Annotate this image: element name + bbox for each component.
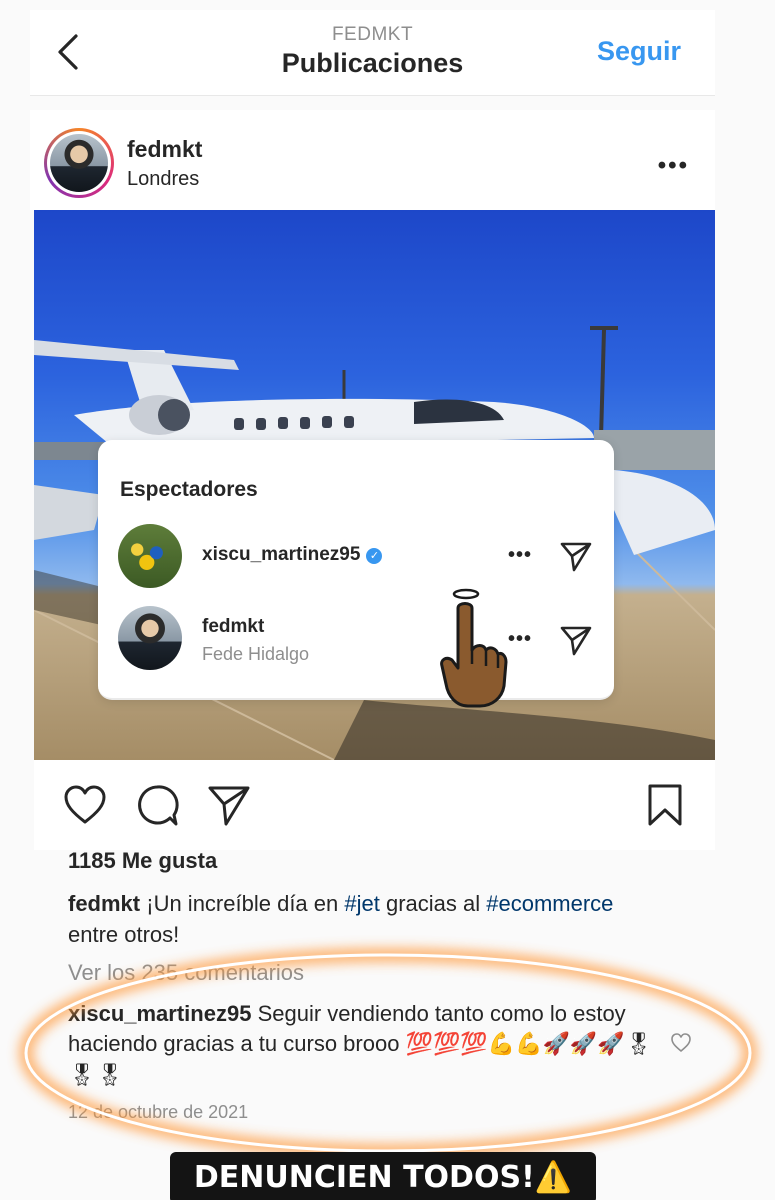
hashtag-link[interactable]: #jet <box>344 891 379 916</box>
top-bar: FEDMKT Publicaciones Seguir <box>30 10 715 96</box>
comment-icon[interactable] <box>134 782 180 828</box>
viewers-popup: Espectadores xiscu_martinez95 ✓ ••• fedmk… <box>98 440 614 700</box>
post-username[interactable]: fedmkt <box>127 136 202 163</box>
comment: xiscu_martinez95 Seguir vendiendo tanto … <box>68 999 658 1091</box>
caption-text: gracias al <box>379 891 487 916</box>
avatar-image <box>50 134 108 192</box>
hashtag-link[interactable]: #ecommerce <box>486 891 613 916</box>
viewer-full-name: Fede Hidalgo <box>202 644 310 664</box>
screen: FEDMKT Publicaciones Seguir fedmkt Londr… <box>0 0 775 1200</box>
follow-button[interactable]: Seguir <box>597 36 681 67</box>
avatar[interactable] <box>44 128 114 198</box>
viewer-more-icon[interactable]: ••• <box>508 628 532 651</box>
small-heart-icon[interactable] <box>670 1032 692 1054</box>
action-bar <box>34 760 715 850</box>
viewer-more-icon[interactable]: ••• <box>508 544 532 567</box>
like-count[interactable]: 1185 Me gusta <box>68 848 217 874</box>
viewer-row[interactable]: xiscu_martinez95 ✓ ••• <box>98 520 614 592</box>
send-icon[interactable] <box>558 622 594 658</box>
post-date: 12 de octubre de 2021 <box>68 1102 249 1122</box>
verified-icon: ✓ <box>366 548 383 564</box>
comment-username[interactable]: xiscu_martinez95 <box>68 1001 251 1026</box>
post-location[interactable]: Londres <box>127 168 199 191</box>
post-header: fedmkt Londres ••• <box>30 110 715 210</box>
viewer-row[interactable]: fedmkt Fede Hidalgo ••• <box>98 602 614 674</box>
heart-icon[interactable] <box>62 782 108 828</box>
viewer-avatar[interactable] <box>118 606 182 670</box>
view-comments-link[interactable]: Ver los 235 comentarios <box>68 960 304 986</box>
viewers-title: Espectadores <box>120 478 258 501</box>
viewer-username[interactable]: xiscu_martinez95 ✓ <box>202 544 383 566</box>
caption-text: entre otros! <box>68 922 180 947</box>
caption-text: ¡Un increíble día en <box>146 891 345 916</box>
warning-banner: DENUNCIEN TODOS!⚠️ <box>170 1152 596 1200</box>
post-caption: fedmkt ¡Un increíble día en #jet gracias… <box>68 888 668 950</box>
bookmark-icon[interactable] <box>642 782 688 828</box>
share-icon[interactable] <box>206 782 252 828</box>
viewer-username[interactable]: fedmkt <box>202 616 264 638</box>
send-icon[interactable] <box>558 538 594 574</box>
pointing-finger-icon <box>440 588 508 708</box>
more-icon[interactable]: ••• <box>658 152 689 180</box>
viewer-username-text: xiscu_martinez95 <box>202 544 361 565</box>
caption-username[interactable]: fedmkt <box>68 891 140 916</box>
viewer-avatar[interactable] <box>118 524 182 588</box>
